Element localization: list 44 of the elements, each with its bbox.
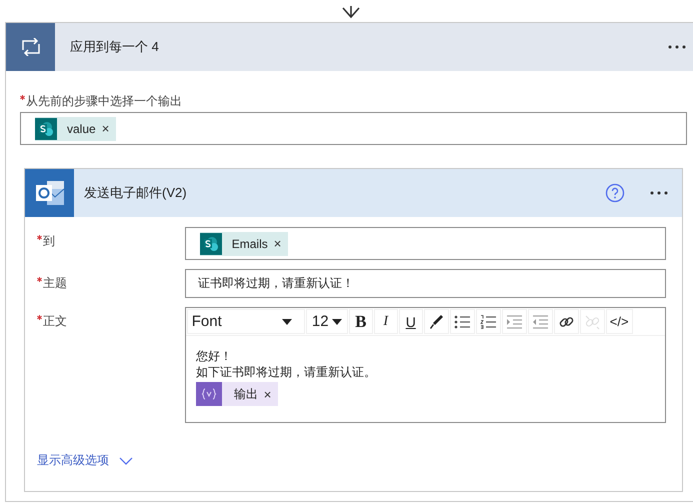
sharepoint-icon: [200, 232, 222, 254]
outdent-icon[interactable]: [532, 314, 549, 330]
arrow-down-icon: [341, 6, 361, 20]
mail-icon: [34, 179, 64, 207]
remove-button[interactable]: ×: [102, 121, 110, 136]
italic-button[interactable]: I: [374, 309, 398, 334]
size-dropdown[interactable]: 12: [306, 309, 348, 334]
underline-button[interactable]: U: [398, 309, 423, 334]
action-header[interactable]: 发送电子邮件(V2): [25, 169, 682, 217]
field-label: 主题: [43, 275, 67, 292]
more-icon[interactable]: [668, 45, 686, 49]
loop-title: 应用到每一个 4: [70, 38, 160, 56]
show-advanced-options-link[interactable]: 显示高级选项: [37, 452, 133, 469]
rich-text-editor[interactable]: Font 12 B I U </> 您好！ 如下证书即将过期，请重新认证。 输出 ×: [184, 307, 666, 423]
font-dropdown[interactable]: Font: [186, 309, 305, 334]
remove-button[interactable]: ×: [274, 236, 282, 251]
body-text: 您好！: [196, 348, 233, 364]
loop-header[interactable]: 应用到每一个 4: [6, 23, 693, 71]
loop-icon: [20, 38, 42, 56]
variable-icon: [196, 382, 222, 406]
field-label: 到: [43, 233, 55, 250]
numbered-list-icon[interactable]: [480, 314, 497, 330]
token-field[interactable]: value ×: [20, 112, 687, 145]
body-text: 如下证书即将过期，请重新认证。: [196, 364, 377, 380]
caret-icon: [332, 318, 342, 324]
subject-field[interactable]: 证书即将过期，请重新认证！: [184, 269, 666, 298]
token-label: 输出: [234, 386, 258, 402]
token-label: value: [67, 122, 96, 136]
action-title: 发送电子邮件(V2): [84, 184, 188, 202]
field-label: 正文: [43, 313, 67, 330]
code-view-button[interactable]: </>: [606, 309, 633, 334]
caret-icon: [282, 318, 292, 324]
token-label: Emails: [232, 236, 268, 250]
remove-button[interactable]: ×: [264, 386, 272, 402]
indent-icon[interactable]: [506, 314, 523, 330]
help-icon[interactable]: [605, 183, 625, 203]
more-icon[interactable]: [650, 191, 668, 195]
token-field[interactable]: Emails ×: [184, 227, 666, 260]
bulleted-list-icon[interactable]: [454, 314, 471, 330]
field-label: 从先前的步骤中选择一个输出: [26, 93, 182, 110]
bold-button[interactable]: B: [348, 309, 373, 334]
sharepoint-icon: [35, 118, 57, 140]
chevron-down-icon: [119, 456, 133, 464]
brush-icon[interactable]: [428, 314, 445, 330]
